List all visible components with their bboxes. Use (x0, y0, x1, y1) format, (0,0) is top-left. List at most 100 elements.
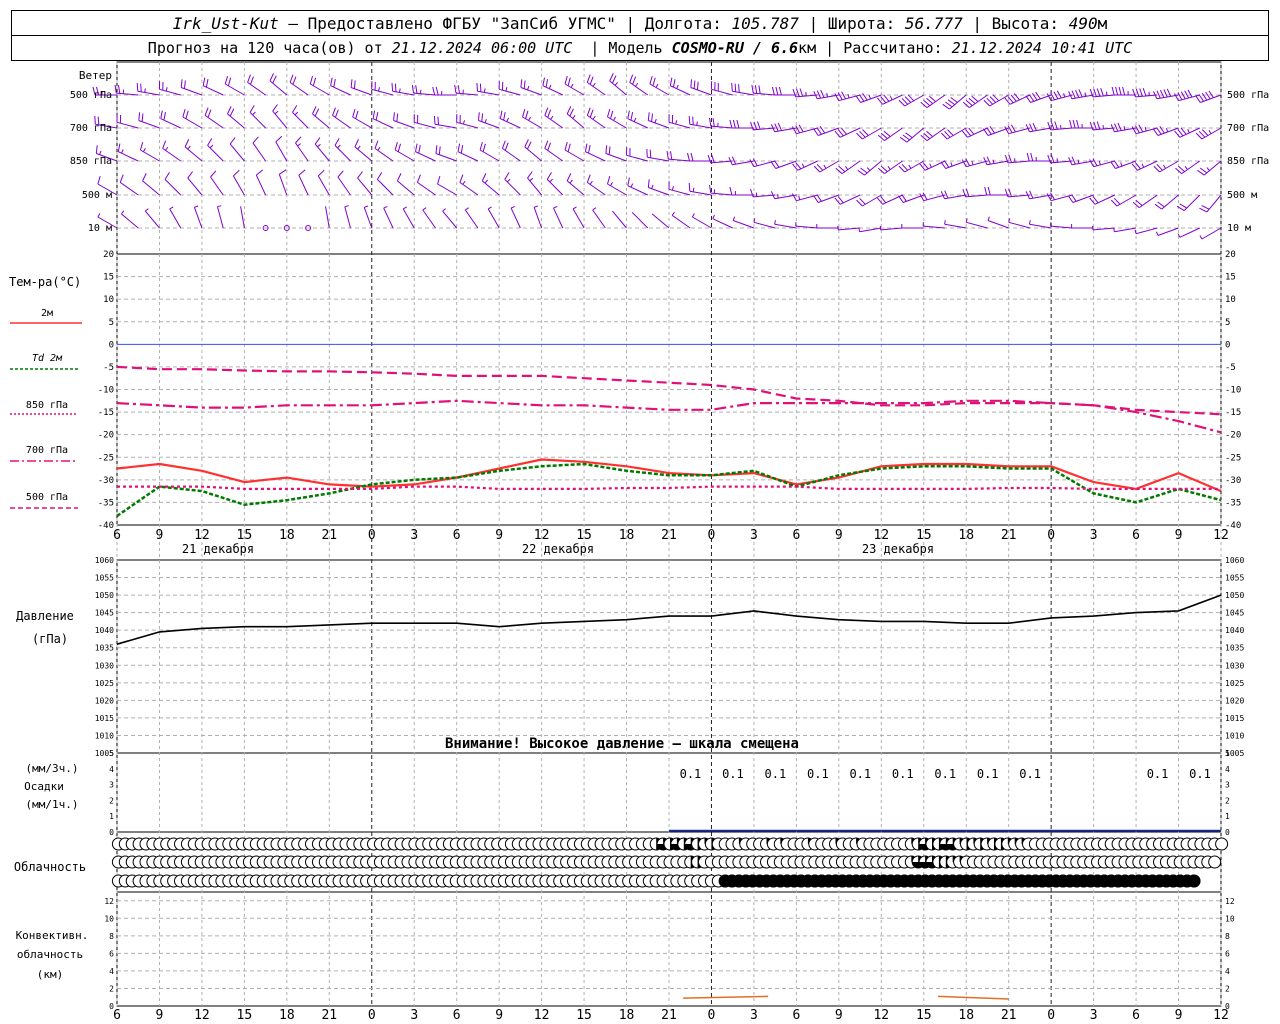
wind-barb-flag (1118, 86, 1122, 96)
wind-barb-flag (184, 80, 186, 89)
wind-barb-flag (687, 152, 690, 162)
wind-barb-flag (118, 85, 121, 94)
wind-barb-shaft (1137, 160, 1158, 171)
conv-tick-label: 2 (109, 984, 114, 993)
wind-barb-flag (688, 115, 691, 125)
wind-barb-flag (945, 101, 953, 108)
wind-barb-flag (792, 88, 797, 98)
wind-barb-half (692, 187, 695, 192)
wind-barb-shaft (1008, 221, 1031, 229)
wind-barb-flag (609, 73, 614, 82)
wind-barb-shaft (210, 176, 224, 196)
wind-barb-half (777, 194, 779, 199)
wind-barb-half (868, 95, 871, 100)
wind-barb-flag (607, 175, 611, 185)
conv-tick-label: 10 (104, 914, 114, 923)
wind-barb-flag (207, 138, 213, 146)
wind-barb-flag (352, 108, 356, 118)
conv-segment (937, 995, 1009, 1000)
wind-barb-shaft (193, 207, 203, 229)
wind-barb-flag (334, 109, 339, 118)
wind-barb-flag (1156, 127, 1162, 135)
wind-barb-flag (666, 150, 669, 160)
wind-barb-flag (605, 145, 608, 154)
wind-barb-half (675, 120, 678, 125)
wind-barb-shaft (592, 209, 606, 229)
day-label: 22 декабря (522, 542, 594, 556)
temp-tick-label: -10 (98, 386, 114, 396)
wind-barb-flag (184, 139, 190, 148)
wind-barb-flag (1156, 90, 1161, 99)
wind-barb-half (510, 205, 515, 209)
hour-label: 6 (453, 528, 461, 543)
wind-barb-flag (926, 130, 934, 137)
wind-barb-flag (478, 112, 480, 121)
temp-tick-label-right: -30 (1225, 476, 1241, 486)
wind-barb-shaft (437, 183, 457, 196)
wind-barb-flag (544, 140, 549, 149)
wind-barb-flag (1004, 97, 1011, 105)
wind-barb-flag (944, 190, 949, 199)
wind-barb-flag (1078, 89, 1083, 98)
wind-barb-flag (567, 77, 571, 86)
wind-barb-half (654, 118, 657, 124)
wind-barb-flag (904, 96, 912, 103)
wind-barb-flag (857, 169, 865, 176)
wind-barb-shaft (187, 177, 203, 196)
hour-label-bottom: 0 (1047, 1008, 1055, 1023)
wind-barb-flag (971, 95, 979, 102)
wind-barb-flag (968, 97, 976, 104)
wind-barb-flag (1110, 161, 1116, 169)
wind-barb-half (364, 205, 369, 208)
wind-barb-flag (692, 116, 694, 125)
precip-tick-label-right: 3 (1225, 781, 1230, 790)
wind-barb-flag (1030, 152, 1034, 162)
wind-barb-flag (858, 94, 865, 102)
wind-barb-half (217, 205, 222, 208)
wind-barb-flag (309, 75, 313, 85)
wind-barb-shaft (217, 206, 224, 229)
wind-barb-half (908, 164, 912, 169)
wind-barb-flag (233, 169, 240, 177)
cloud-cell (1208, 855, 1222, 869)
wind-barb-flag (547, 142, 552, 151)
wind-barb-flag (457, 85, 460, 94)
wind-barb-half (505, 87, 508, 92)
wind-barb-flag (504, 142, 509, 151)
pressure-tick-label: 1010 (95, 731, 114, 740)
wind-barb-half (1113, 227, 1115, 232)
wind-barb-flag (1199, 167, 1208, 174)
wind-barb-flag (758, 85, 761, 94)
wind-barb-flag (731, 82, 733, 92)
wind-barb-half (553, 205, 558, 209)
wind-barb-flag (454, 84, 457, 94)
wind-barb-shaft (422, 209, 436, 229)
wind-barb-flag (1032, 122, 1037, 131)
wind-barb-half (121, 149, 124, 154)
hour-label: 18 (958, 528, 974, 543)
wind-barb-half (142, 148, 146, 153)
wind-barb-flag (1201, 205, 1210, 210)
wind-barb-flag (292, 105, 298, 113)
wind-barb-flag (859, 197, 866, 205)
wind-barb-flag (750, 188, 754, 198)
precip-amount-label: 0.1 (807, 767, 829, 781)
hour-label: 9 (156, 528, 164, 543)
wind-barb-shaft (255, 174, 267, 196)
wind-barb-flag (1010, 94, 1017, 102)
wind-barb-half (569, 179, 573, 184)
wind-barb-half (462, 120, 465, 125)
wind-barb-flag (312, 106, 317, 115)
wind-barb-flag (1117, 122, 1122, 131)
wind-barb-flag (503, 112, 506, 121)
wind-barb-flag (269, 73, 275, 82)
wind-barb-half (845, 166, 849, 170)
wind-barb-shaft (184, 146, 203, 162)
hour-label-bottom: 6 (113, 1008, 121, 1023)
hour-label-bottom: 12 (1213, 1008, 1229, 1023)
wind-barb-flag (544, 107, 549, 116)
wind-barb-flag (1195, 132, 1203, 140)
temp-tick-label-right: -20 (1225, 431, 1241, 441)
wind-barb-flag (526, 141, 532, 150)
wind-barb-shaft (487, 208, 500, 229)
